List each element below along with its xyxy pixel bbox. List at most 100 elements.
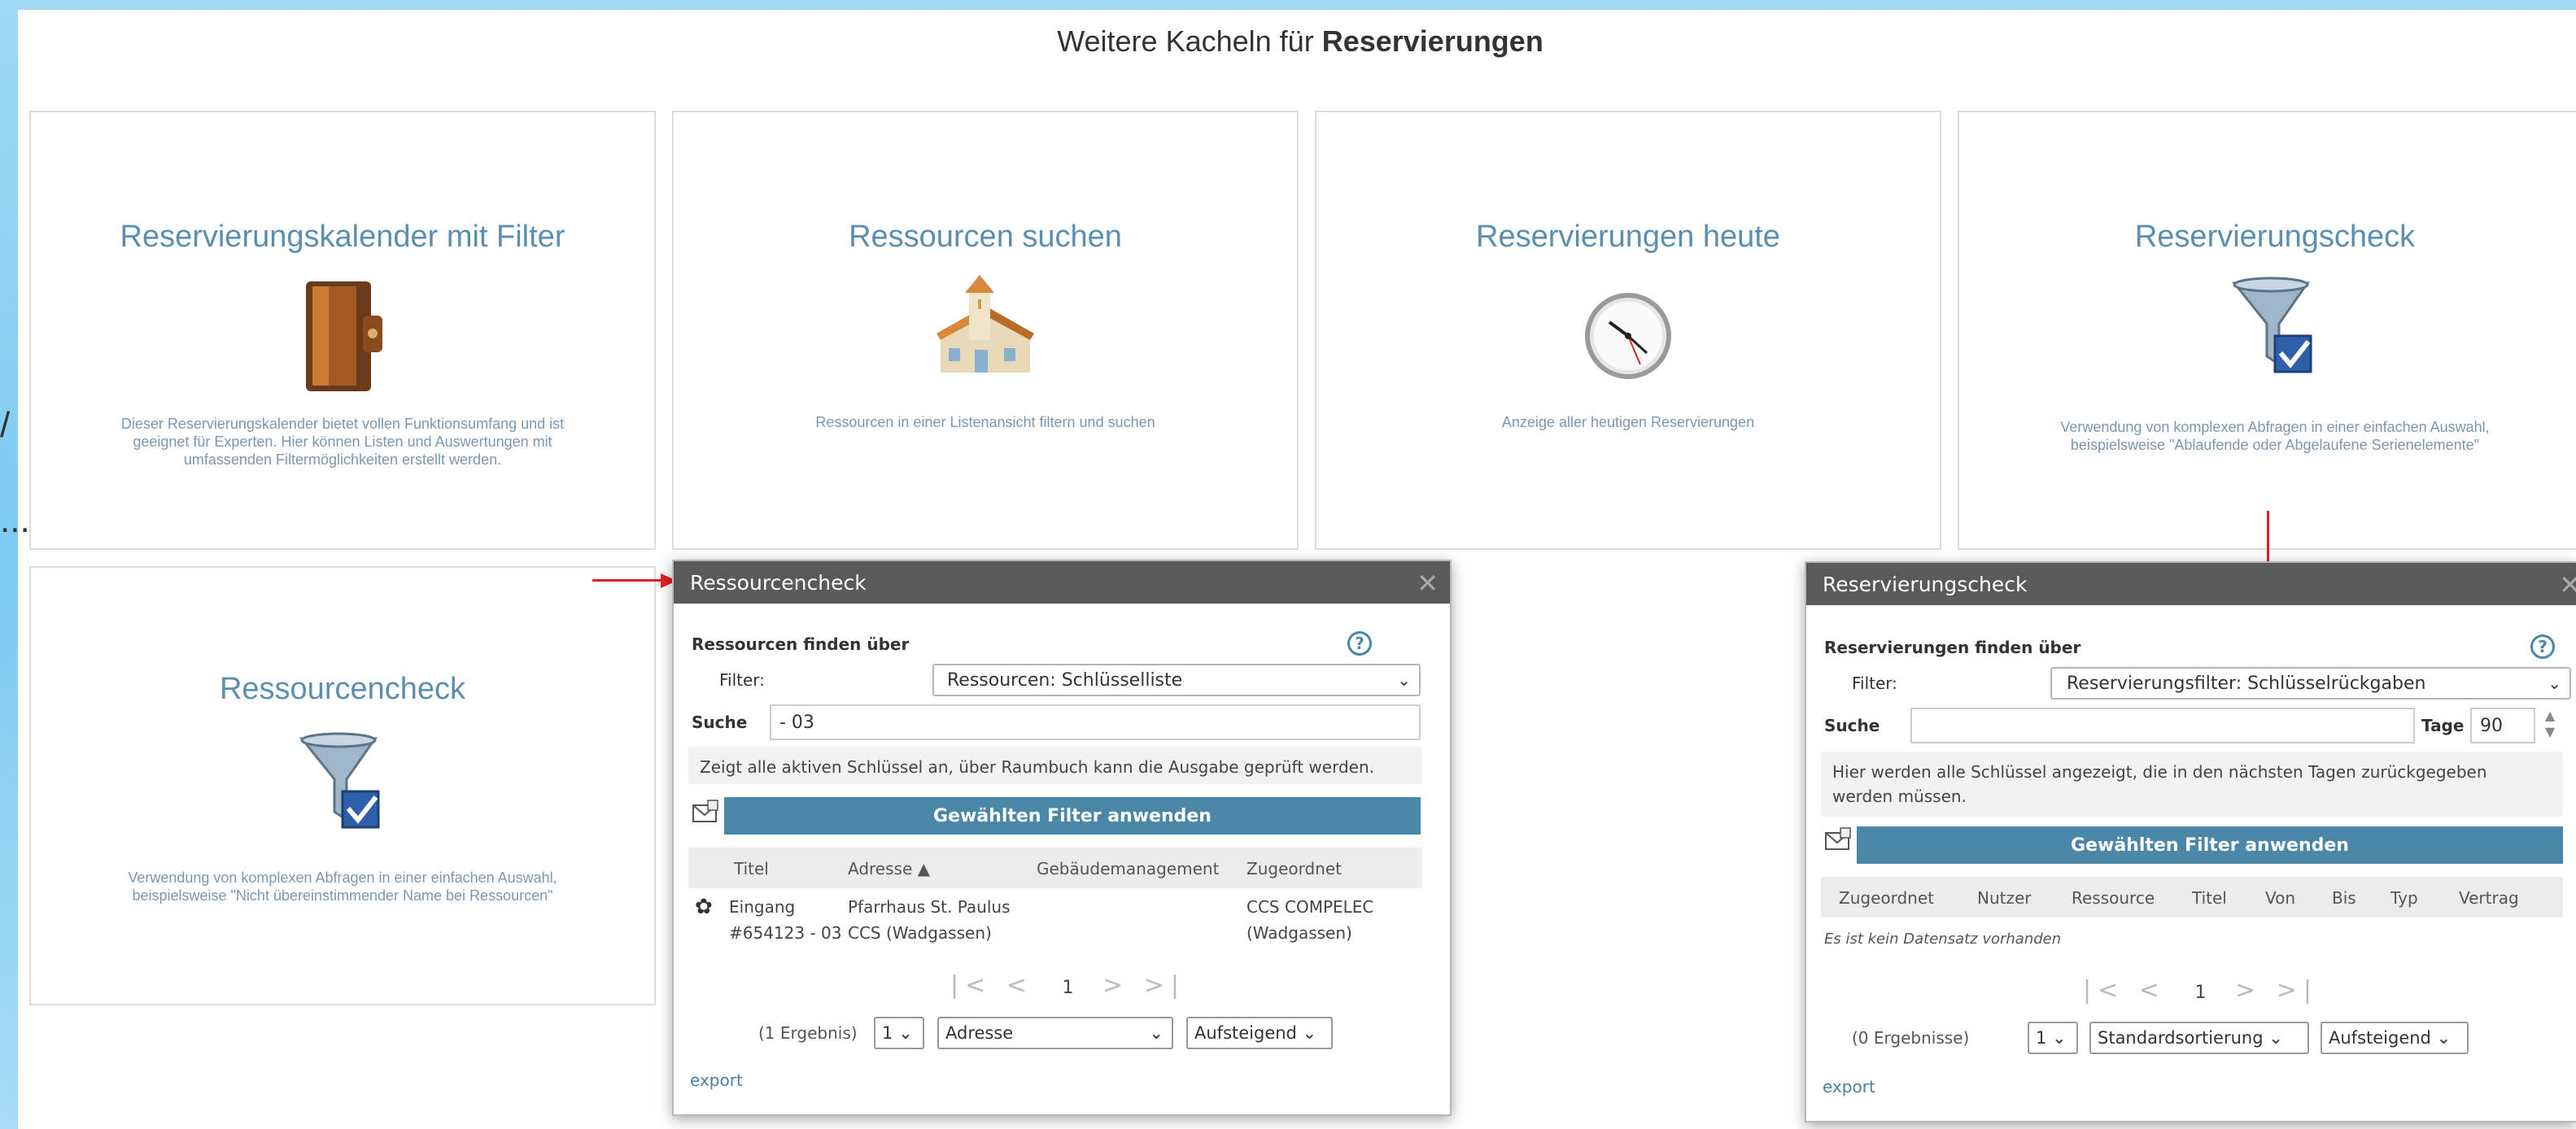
empty-message: Es ist kein Datensatz vorhanden [1824, 931, 2062, 948]
page-size-select[interactable]: 1 ⌄ [2028, 1022, 2078, 1054]
table-row[interactable]: ✿ Eingang #654123 - 03 Pfarrhaus St. Pau… [688, 895, 1422, 952]
tile-description: Dieser Reservierungskalender bietet voll… [120, 416, 565, 468]
column-header[interactable]: Zugeordnet [1839, 888, 1934, 908]
tile-description: Ressourcen in einer Listenansicht filter… [815, 414, 1155, 430]
filter-select[interactable]: Reservierungsfilter: Schlüsselrückgaben … [2050, 667, 2571, 700]
next-page-button[interactable]: > [2235, 976, 2262, 1005]
apply-filter-button[interactable]: Gewählten Filter anwenden [1857, 826, 2563, 864]
tile-description: Verwendung von komplexen Abfragen in ein… [128, 870, 557, 904]
sort-order-value: Aufsteigend [1194, 1023, 1297, 1043]
tile-title: Ressourcen suchen [849, 220, 1122, 254]
dialog-title: Ressourcencheck [690, 571, 867, 595]
page-size-select[interactable]: 1 ⌄ [874, 1017, 924, 1049]
prev-page-button[interactable]: < [1006, 971, 1033, 1000]
search-input[interactable] [1910, 708, 2415, 743]
prev-page-button[interactable]: < [2139, 976, 2166, 1005]
result-count: (1 Ergebnis) [758, 1023, 858, 1043]
chevron-down-icon: ⌄ [1149, 1023, 1164, 1043]
tile-description: Anzeige aller heutigen Reservierungen [1501, 414, 1755, 430]
wallet-icon [298, 275, 387, 401]
chevron-down-icon: ⌄ [2268, 1028, 2283, 1048]
find-label: Ressourcen finden über [692, 634, 910, 654]
column-header[interactable]: Bis [2332, 888, 2356, 908]
find-label: Reservierungen finden über [1824, 638, 2081, 657]
first-page-button[interactable]: |< [2083, 976, 2124, 1005]
filter-select[interactable]: Ressourcen: Schlüsselliste ⌄ [932, 664, 1421, 696]
chevron-down-icon: ⌄ [2052, 1028, 2067, 1048]
chevron-down-icon: ⌄ [2436, 1028, 2452, 1048]
sort-field-select[interactable]: Adresse ⌄ [937, 1017, 1173, 1049]
funnel-check-icon [2230, 275, 2320, 385]
search-input[interactable]: - 03 [770, 704, 1421, 740]
last-page-button[interactable]: >| [1144, 971, 1185, 1000]
tage-stepper[interactable]: ▲ ▼ [2539, 708, 2561, 743]
filter-label: Filter: [1852, 673, 1897, 693]
tage-input[interactable]: 90 [2470, 708, 2535, 743]
page-size-value: 1 [2036, 1028, 2047, 1048]
tile-reservierungscheck[interactable]: Reservierungscheck Verwendung von komple… [1958, 111, 2576, 550]
table-header: Zugeordnet Nutzer Ressource Titel Von Bi… [1821, 877, 2563, 918]
column-header[interactable]: Nutzer [1977, 888, 2032, 908]
sort-field-select[interactable]: Standardsortierung ⌄ [2089, 1022, 2309, 1054]
ressourcencheck-dialog: Ressourcencheck ✕ Ressourcen finden über… [672, 560, 1452, 1116]
close-icon[interactable]: ✕ [2559, 569, 2576, 600]
page-title-prefix: Weitere Kacheln für [1057, 24, 1314, 58]
apply-filter-button[interactable]: Gewählten Filter anwenden [724, 797, 1421, 835]
chevron-down-icon: ⌄ [1397, 670, 1411, 690]
tile-reservierungskalender[interactable]: Reservierungskalender mit Filter Dieser … [29, 111, 656, 550]
funnel-check-icon [298, 730, 387, 840]
stray-char: ... [0, 500, 30, 540]
table-header: Titel Adresse ▲ Gebäudemanagement Zugeor… [688, 848, 1422, 888]
column-header[interactable]: Titel [2192, 888, 2227, 908]
help-icon[interactable]: ? [1347, 631, 1372, 656]
tile-reservierungen-heute[interactable]: Reservierungen heute Anzeige aller heuti… [1315, 111, 1941, 550]
export-link[interactable]: export [1823, 1077, 1875, 1096]
column-header[interactable]: Gebäudemanagement [1037, 859, 1219, 878]
first-page-button[interactable]: |< [950, 971, 992, 1000]
close-icon[interactable]: ✕ [1417, 568, 1439, 599]
column-header[interactable]: Typ [2390, 888, 2418, 908]
cell-zugeordnet: CCS COMPELEC [1247, 897, 1374, 917]
filter-select-value: Reservierungsfilter: Schlüsselrückgaben [2067, 673, 2426, 694]
search-label: Suche [1824, 716, 1880, 735]
last-page-button[interactable]: >| [2277, 976, 2318, 1005]
chevron-down-icon: ⌄ [2548, 673, 2561, 693]
pager: |< < 1 > >| [950, 971, 1185, 1000]
page-title-bold: Reservierungen [1321, 24, 1543, 58]
cell-titel: Eingang [729, 897, 796, 917]
export-link[interactable]: export [690, 1070, 743, 1090]
sort-field-value: Standardsortierung [2098, 1028, 2264, 1048]
current-page: 1 [2194, 983, 2207, 1003]
envelope-icon[interactable] [692, 799, 719, 830]
tile-title: Reservierungskalender mit Filter [120, 220, 565, 254]
envelope-icon[interactable] [1824, 826, 1852, 857]
pager: |< < 1 > >| [2083, 976, 2318, 1005]
column-header[interactable]: Ressource [2072, 888, 2155, 908]
result-count: (0 Ergebnisse) [1852, 1028, 1970, 1048]
cell-adresse: Pfarrhaus St. Paulus [848, 897, 1011, 917]
cell-zugeordnet: (Wadgassen) [1247, 923, 1352, 943]
column-header[interactable]: Titel [734, 859, 769, 878]
sort-order-value: Aufsteigend [2329, 1028, 2431, 1048]
tile-title: Reservierungen heute [1476, 220, 1780, 254]
page-size-value: 1 [882, 1023, 893, 1043]
help-icon[interactable]: ? [2530, 634, 2555, 659]
filter-info: Hier werden alle Schlüssel angezeigt, di… [1821, 752, 2563, 817]
tile-ressourcencheck[interactable]: Ressourcencheck Verwendung von komplexen… [29, 566, 656, 1005]
filter-select-value: Ressourcen: Schlüsselliste [947, 670, 1183, 691]
dialog-header: Ressourcencheck ✕ [674, 561, 1450, 604]
column-header[interactable]: Von [2265, 888, 2295, 908]
search-label: Suche [692, 713, 748, 732]
column-header[interactable]: Zugeordnet [1247, 859, 1342, 878]
stray-char: / [0, 405, 11, 445]
sort-order-select[interactable]: Aufsteigend ⌄ [2321, 1022, 2469, 1054]
column-header[interactable]: Vertrag [2459, 888, 2519, 908]
filter-label: Filter: [719, 670, 765, 690]
dialog-header: Reservierungscheck ✕ [1806, 563, 2576, 605]
gear-icon[interactable]: ✿ [695, 895, 713, 919]
column-header[interactable]: Adresse ▲ [848, 859, 930, 878]
sort-field-value: Adresse [945, 1023, 1014, 1043]
sort-order-select[interactable]: Aufsteigend ⌄ [1186, 1017, 1333, 1049]
next-page-button[interactable]: > [1102, 971, 1129, 1000]
tile-ressourcen-suchen[interactable]: Ressourcen suchen Ressourcen in einer Li… [672, 111, 1299, 550]
